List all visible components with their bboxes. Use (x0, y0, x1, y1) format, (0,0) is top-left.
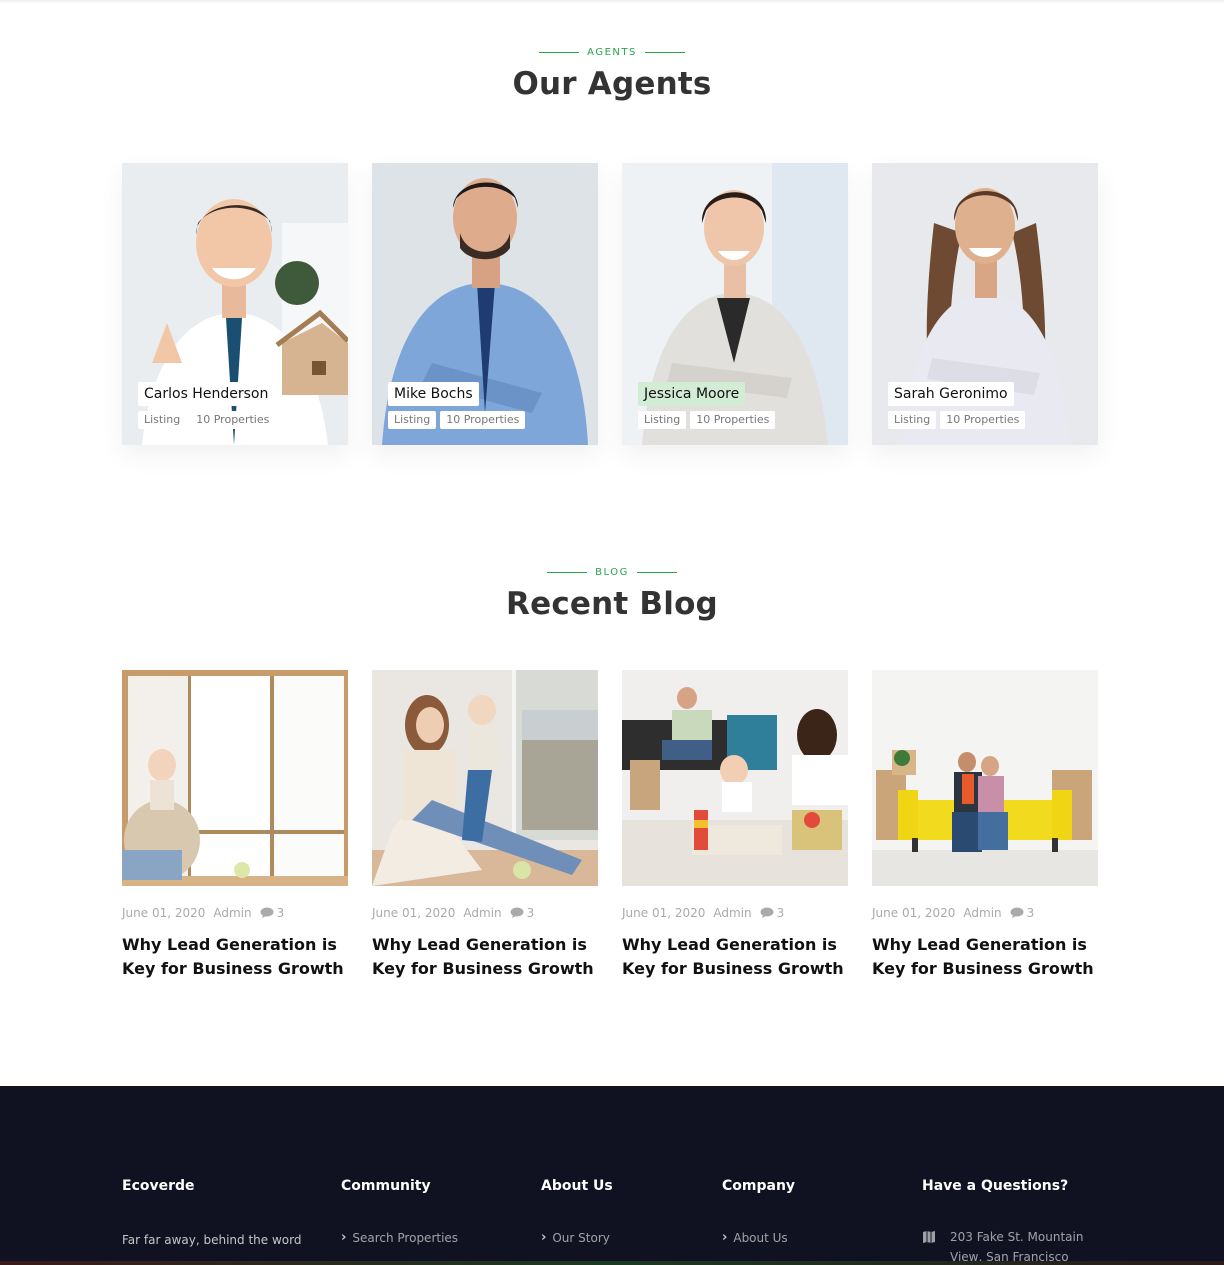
footer-link-label: About Us (733, 1230, 788, 1245)
blog-meta: June 01, 2020 Admin 3 (622, 906, 848, 920)
blog-date[interactable]: June 01, 2020 (372, 906, 455, 920)
footer-community-title: Community (341, 1178, 431, 1194)
footer-address-text: 203 Fake St. Mountain View, San Francisc… (950, 1230, 1084, 1264)
blog-comments-count: 3 (1026, 906, 1035, 920)
agent-card[interactable]: Sarah Geronimo Listing 10 Properties (872, 163, 1098, 445)
blog-author[interactable]: Admin (213, 906, 251, 920)
footer-about-column: About Us › Our Story (541, 1178, 613, 1245)
footer-brand-title: Ecoverde (122, 1178, 195, 1194)
agent-listing-tag[interactable]: Listing (888, 411, 937, 429)
blog-card: June 01, 2020 Admin 3 Why Lead Generatio… (122, 670, 348, 981)
agent-tags: Listing 10 Properties (638, 411, 776, 429)
blog-post-title[interactable]: Why Lead Generation is Key for Business … (122, 933, 348, 981)
footer-link-label: Search Properties (352, 1230, 459, 1245)
blog-card: June 01, 2020 Admin 3 Why Lead Generatio… (372, 670, 598, 981)
blog-post-title[interactable]: Why Lead Generation is Key for Business … (372, 933, 598, 981)
blog-section-header: BLOG Recent Blog (0, 560, 1224, 622)
blog-author[interactable]: Admin (463, 906, 501, 920)
agent-listing-tag[interactable]: Listing (638, 411, 687, 429)
blog-photo[interactable] (122, 670, 348, 886)
chevron-right-icon: › (341, 1230, 347, 1245)
blog-meta: June 01, 2020 Admin 3 (872, 906, 1098, 920)
blog-date[interactable]: June 01, 2020 (122, 906, 205, 920)
agent-name[interactable]: Mike Bochs (388, 382, 479, 406)
blog-comments[interactable]: 3 (510, 906, 535, 920)
blog-comments[interactable]: 3 (760, 906, 785, 920)
comment-icon (1010, 907, 1024, 918)
agent-tags: Listing 10 Properties (138, 411, 276, 429)
blog-comments-count: 3 (776, 906, 785, 920)
blog-post-title[interactable]: Why Lead Generation is Key for Business … (872, 933, 1098, 981)
footer-community-column: Community › Search Properties (341, 1178, 458, 1245)
footer-company-title: Company (722, 1178, 796, 1194)
footer: Ecoverde Far far away, behind the word C… (0, 1086, 1224, 1265)
agent-card[interactable]: Jessica Moore Listing 10 Properties (622, 163, 848, 445)
blog-photo[interactable] (872, 670, 1098, 886)
blog-card: June 01, 2020 Admin 3 Why Lead Generatio… (872, 670, 1098, 981)
agent-properties-tag[interactable]: 10 Properties (690, 411, 776, 429)
comment-icon (760, 907, 774, 918)
divider (547, 572, 588, 573)
blog-comments[interactable]: 3 (1010, 906, 1035, 920)
footer-link-label: Our Story (552, 1230, 610, 1245)
blog-meta: June 01, 2020 Admin 3 (372, 906, 598, 920)
footer-link-search-properties[interactable]: › Search Properties (341, 1230, 458, 1245)
divider (644, 52, 685, 53)
blog-meta: June 01, 2020 Admin 3 (122, 906, 348, 920)
agent-card[interactable]: Mike Bochs Listing 10 Properties (372, 163, 598, 445)
chevron-right-icon: › (722, 1230, 728, 1245)
agent-tags: Listing 10 Properties (888, 411, 1026, 429)
blog-eyebrow-label: BLOG (595, 567, 629, 578)
blog-date[interactable]: June 01, 2020 (872, 906, 955, 920)
agents-eyebrow-label: AGENTS (587, 47, 637, 58)
agent-properties-tag[interactable]: 10 Properties (940, 411, 1026, 429)
comment-icon (510, 907, 524, 918)
agents-section-header: AGENTS Our Agents (0, 40, 1224, 102)
footer-brand-column: Ecoverde Far far away, behind the word (122, 1178, 301, 1250)
blog-eyebrow: BLOG (547, 567, 677, 578)
blog-comments-count: 3 (526, 906, 535, 920)
agent-name[interactable]: Sarah Geronimo (888, 382, 1014, 406)
chevron-right-icon: › (541, 1230, 547, 1245)
footer-contact-title: Have a Questions? (922, 1178, 1069, 1194)
agent-name[interactable]: Jessica Moore (638, 382, 746, 406)
agent-listing-tag[interactable]: Listing (388, 411, 437, 429)
agent-card[interactable]: Carlos Henderson Listing 10 Properties (122, 163, 348, 445)
agent-properties-tag[interactable]: 10 Properties (440, 411, 526, 429)
footer-company-column: Company › About Us (722, 1178, 795, 1245)
blog-card: June 01, 2020 Admin 3 Why Lead Generatio… (622, 670, 848, 981)
footer-bottom-strip (0, 1261, 1224, 1265)
blog-comments[interactable]: 3 (260, 906, 285, 920)
blog-date[interactable]: June 01, 2020 (622, 906, 705, 920)
blog-photo[interactable] (622, 670, 848, 886)
blog-author[interactable]: Admin (963, 906, 1001, 920)
footer-contact-column: Have a Questions? 203 Fake St. Mountain … (922, 1178, 1090, 1265)
comment-icon (260, 907, 274, 918)
footer-link-our-story[interactable]: › Our Story (541, 1230, 613, 1245)
map-icon (923, 1231, 935, 1243)
footer-address: 203 Fake St. Mountain View, San Francisc… (922, 1227, 1090, 1265)
agent-properties-tag[interactable]: 10 Properties (190, 411, 276, 429)
agent-name[interactable]: Carlos Henderson (138, 382, 275, 406)
top-shadow (0, 0, 1224, 4)
footer-about-title: About Us (541, 1178, 613, 1194)
agent-listing-tag[interactable]: Listing (138, 411, 187, 429)
divider (539, 52, 580, 53)
agents-eyebrow: AGENTS (539, 47, 685, 58)
agent-tags: Listing 10 Properties (388, 411, 526, 429)
blog-comments-count: 3 (276, 906, 285, 920)
agents-title: Our Agents (512, 66, 712, 102)
agents-grid: Carlos Henderson Listing 10 Properties M… (122, 163, 1098, 445)
blog-post-title[interactable]: Why Lead Generation is Key for Business … (622, 933, 848, 981)
footer-link-about-us[interactable]: › About Us (722, 1230, 795, 1245)
blog-author[interactable]: Admin (713, 906, 751, 920)
divider (636, 572, 677, 573)
footer-brand-text: Far far away, behind the word (122, 1233, 302, 1247)
blog-photo[interactable] (372, 670, 598, 886)
blog-title: Recent Blog (506, 586, 718, 622)
